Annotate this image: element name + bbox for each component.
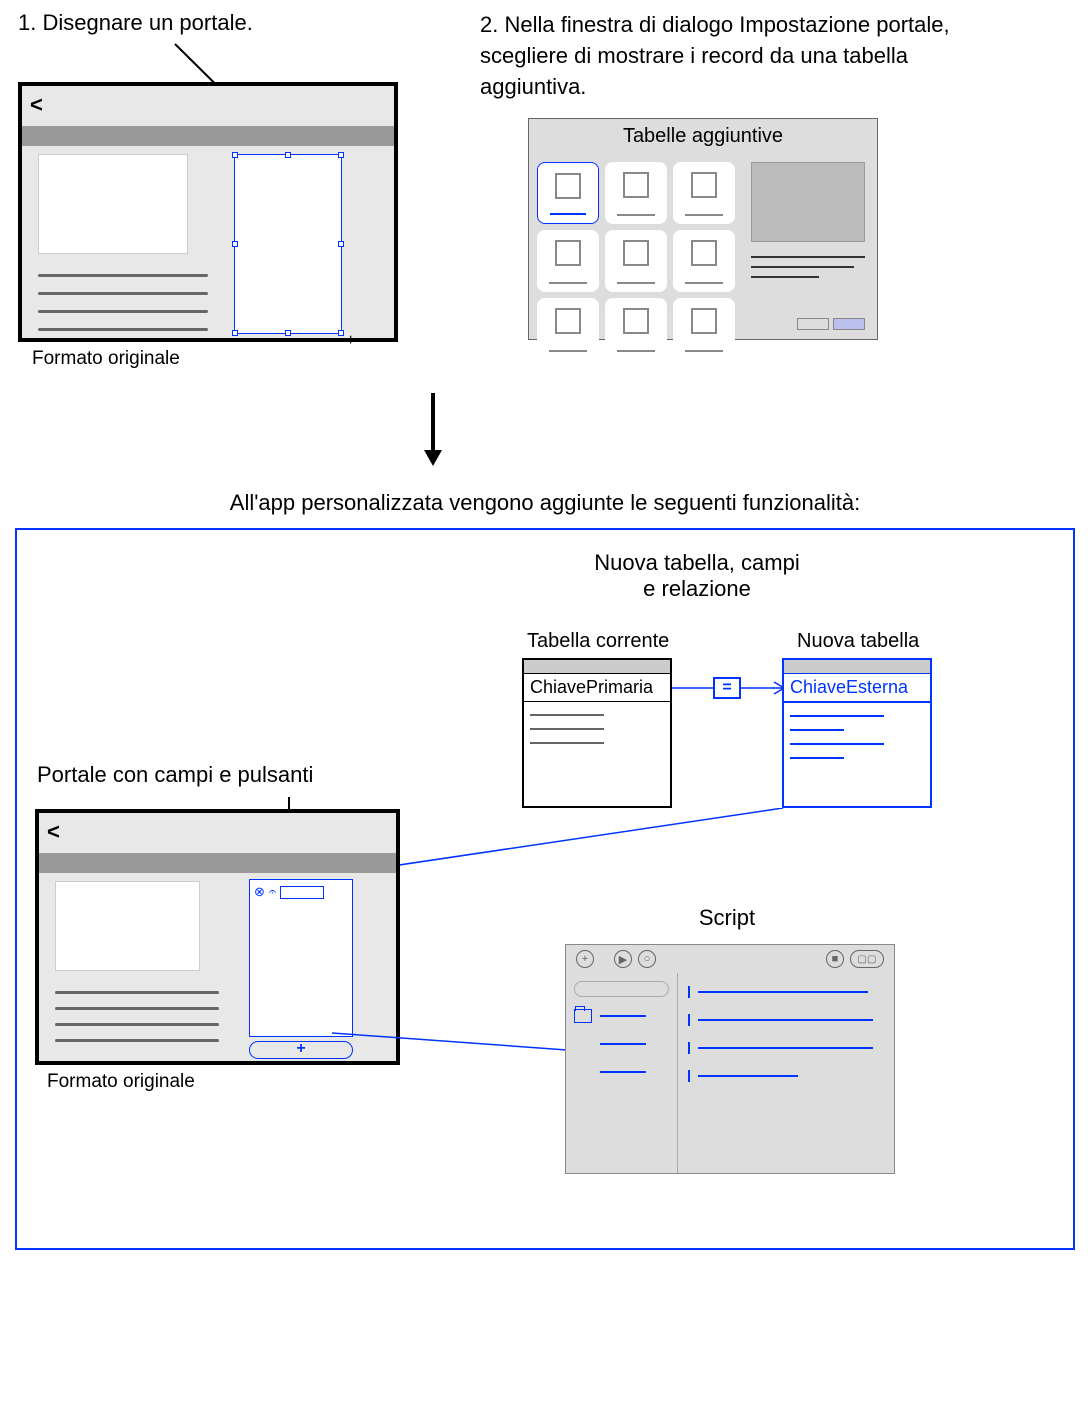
addon-tables-dialog: Tabelle aggiuntive xyxy=(528,118,878,340)
portal-field[interactable] xyxy=(280,886,324,899)
table-tile[interactable] xyxy=(673,162,735,224)
image-placeholder xyxy=(55,881,200,971)
ok-button[interactable] xyxy=(833,318,865,330)
script-folder[interactable] xyxy=(574,1007,669,1025)
script-label: Script xyxy=(667,905,787,931)
dialog-title: Tabelle aggiuntive xyxy=(529,119,877,154)
script-item[interactable] xyxy=(600,1035,669,1053)
new-table-box: ChiaveEsterna xyxy=(782,658,932,808)
chevron-back-icon: < xyxy=(47,819,60,845)
caption-layout1: Formato originale xyxy=(32,348,180,370)
table-tile[interactable] xyxy=(605,162,667,224)
text-line xyxy=(55,991,219,994)
script-window: + ▶ ○ ■ ▢▢ xyxy=(565,944,895,1174)
layout-toggle-icon[interactable]: ▢▢ xyxy=(850,950,884,968)
portal-selection[interactable] xyxy=(234,154,342,334)
crosshair-icon: + xyxy=(346,332,355,350)
table-tile[interactable] xyxy=(673,298,735,360)
layout-window-1: < + xyxy=(18,82,398,342)
text-line xyxy=(38,310,208,313)
layout-toolbar xyxy=(22,126,394,146)
script-item[interactable] xyxy=(600,1063,669,1081)
current-table-label: Tabella corrente xyxy=(527,630,669,653)
play-icon[interactable]: ▶ xyxy=(614,950,632,968)
chevron-back-icon: < xyxy=(30,92,43,118)
new-table-label: Nuova tabella xyxy=(797,630,919,653)
caption-layout2: Formato originale xyxy=(47,1071,195,1093)
table-tile[interactable] xyxy=(537,298,599,360)
image-placeholder xyxy=(38,154,188,254)
portal-label: Portale con campi e pulsanti xyxy=(37,762,313,788)
script-step[interactable] xyxy=(688,1067,884,1085)
text-line xyxy=(38,274,208,277)
delete-row-icon[interactable]: ⊗ xyxy=(254,884,265,900)
layout-window-2: < ⊗ 𝄐 + xyxy=(35,809,400,1065)
layout-toolbar xyxy=(39,853,396,873)
results-container: Nuova tabella, campi e relazione Tabella… xyxy=(15,528,1075,1250)
record-icon[interactable]: ○ xyxy=(638,950,656,968)
foreign-key-field: ChiaveEsterna xyxy=(784,674,930,703)
arrow-down-icon xyxy=(418,388,448,468)
text-line xyxy=(38,328,208,331)
add-icon[interactable]: + xyxy=(576,950,594,968)
result-intro-text: All'app personalizzata vengono aggiunte … xyxy=(0,490,1090,516)
script-step[interactable] xyxy=(688,1011,884,1029)
script-step[interactable] xyxy=(688,983,884,1001)
table-tile[interactable] xyxy=(673,230,735,292)
script-search-input[interactable] xyxy=(574,981,669,997)
table-tile[interactable] xyxy=(537,230,599,292)
folder-icon xyxy=(574,1009,592,1023)
script-list-pane xyxy=(566,973,678,1173)
text-line xyxy=(55,1023,219,1026)
cancel-button[interactable] xyxy=(797,318,829,330)
primary-key-field: ChiavePrimaria xyxy=(524,674,670,702)
table-tile[interactable] xyxy=(605,298,667,360)
desc-line xyxy=(751,266,854,268)
desc-line xyxy=(751,256,865,258)
equals-icon: = xyxy=(713,677,741,699)
stop-icon[interactable]: ■ xyxy=(826,950,844,968)
text-line xyxy=(55,1007,219,1010)
text-line xyxy=(55,1039,219,1042)
text-line xyxy=(38,292,208,295)
tables-grid xyxy=(529,154,743,368)
script-step[interactable] xyxy=(688,1039,884,1057)
connector-portal-script xyxy=(332,1030,567,1054)
portal-with-buttons: ⊗ 𝄐 xyxy=(249,879,353,1037)
script-steps-pane xyxy=(678,973,894,1173)
table-preview xyxy=(751,162,865,242)
desc-line xyxy=(751,276,819,278)
current-table-box: ChiavePrimaria xyxy=(522,658,672,808)
attach-icon[interactable]: 𝄐 xyxy=(269,884,276,900)
table-tile[interactable] xyxy=(537,162,599,224)
step1-text: 1. Disegnare un portale. xyxy=(18,10,253,36)
new-table-heading: Nuova tabella, campi e relazione xyxy=(537,550,857,602)
table-tile[interactable] xyxy=(605,230,667,292)
step2-text: 2. Nella finestra di dialogo Impostazion… xyxy=(480,10,950,102)
